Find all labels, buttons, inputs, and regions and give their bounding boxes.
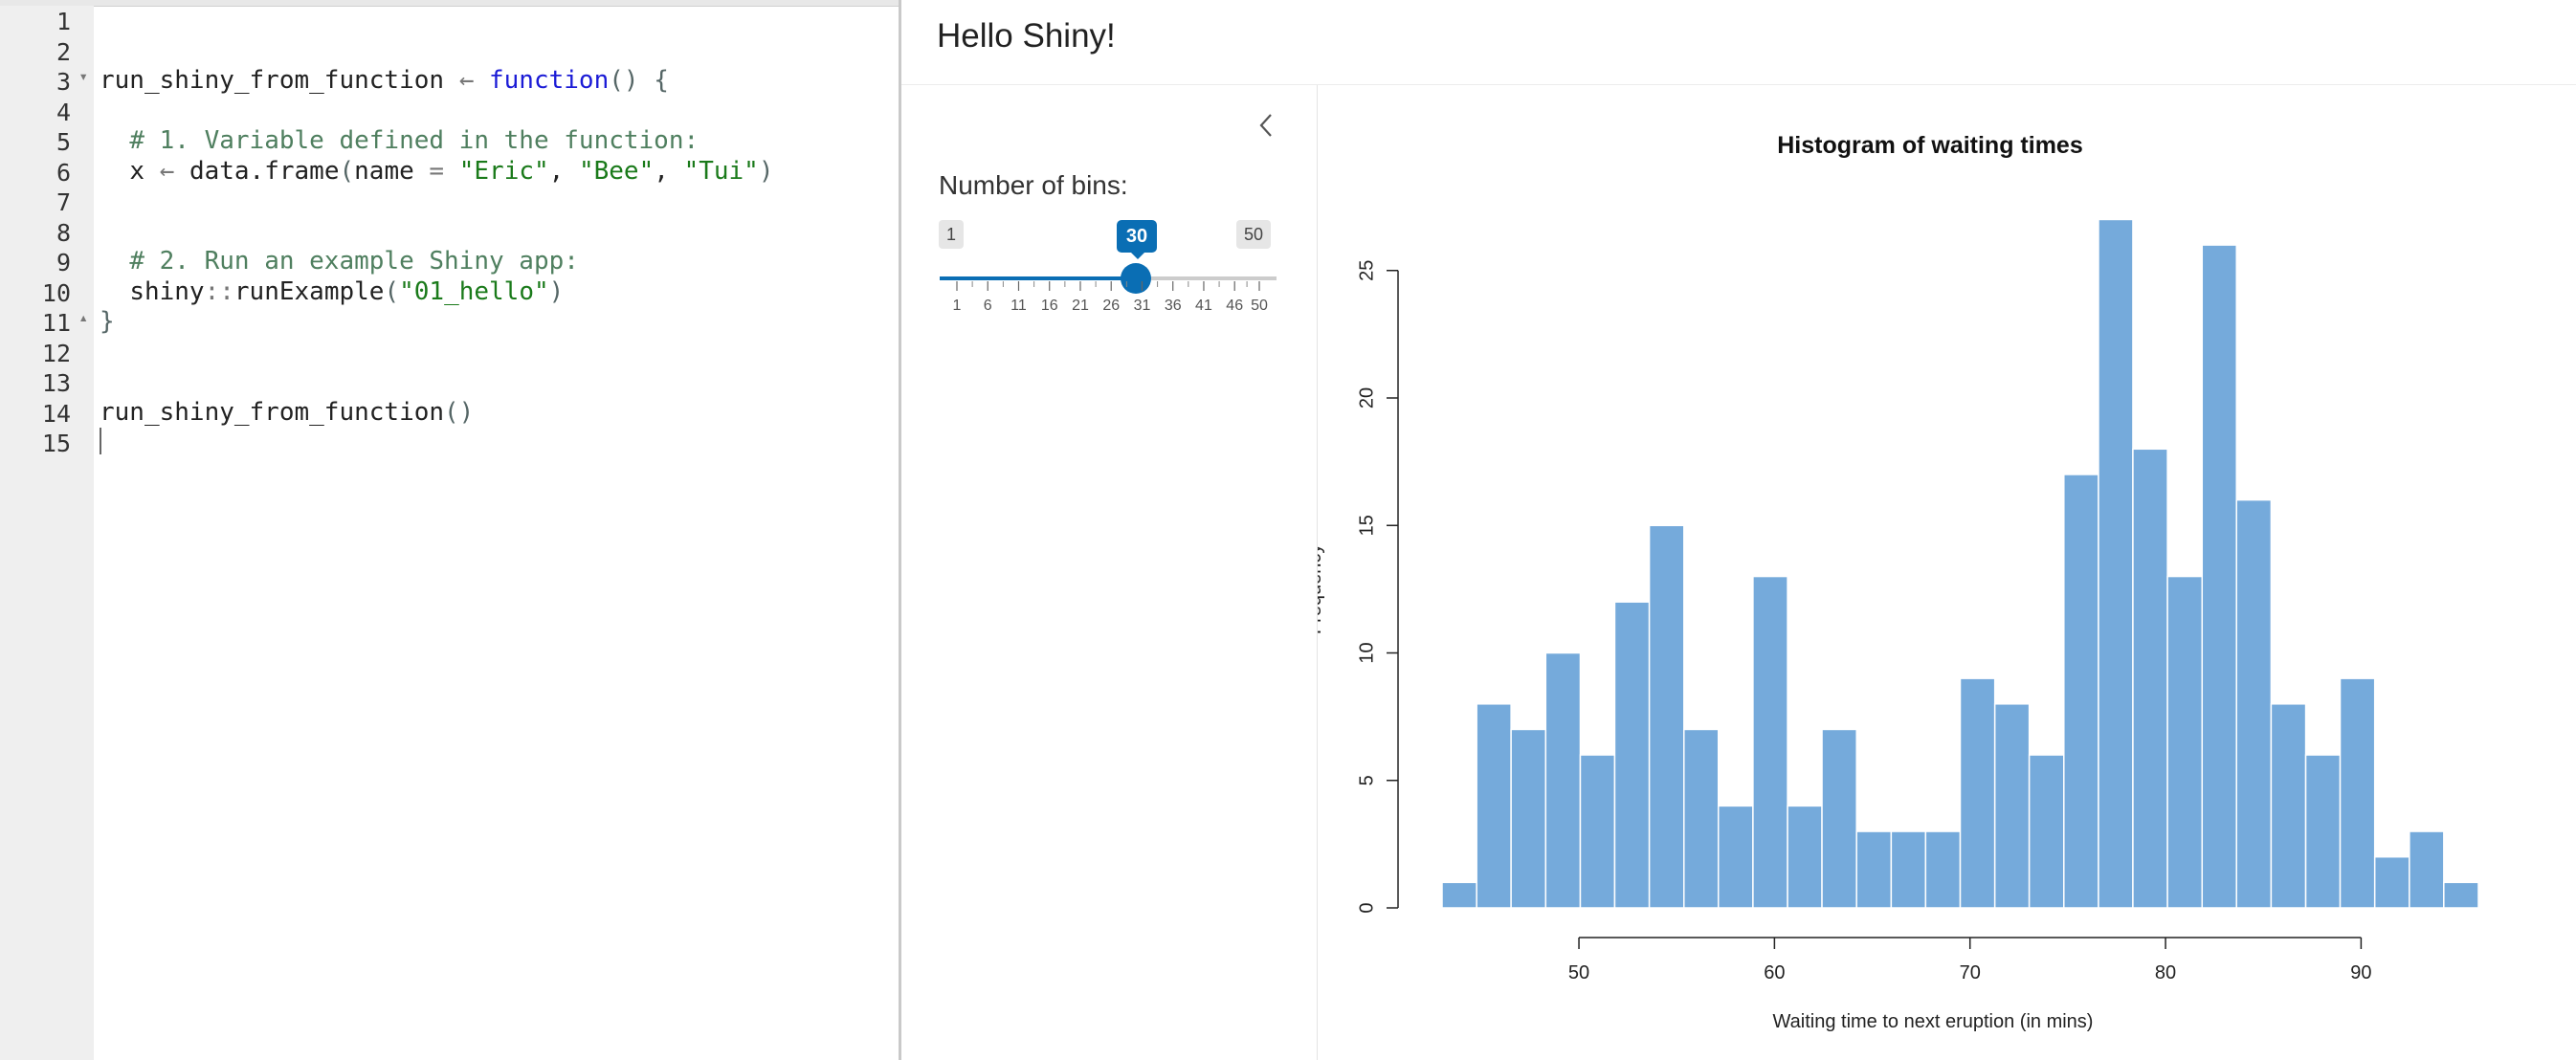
histogram-bar	[2166, 575, 2204, 909]
line-number: 7	[56, 188, 71, 216]
slider-tick-label: 1	[953, 298, 962, 314]
slider-fill	[940, 276, 1137, 280]
y-tick-label: 25	[1356, 260, 1377, 281]
line-number: 6	[56, 158, 71, 187]
line-number: 14	[41, 399, 71, 428]
histogram-bar	[1752, 575, 1788, 909]
slider-min-label: 1	[939, 220, 965, 249]
y-tick-label: 15	[1356, 515, 1377, 536]
line-number: 13	[41, 369, 71, 397]
code-line-9[interactable]: # 2. Run an example Shiny app:	[100, 247, 579, 277]
histogram-bar	[1855, 830, 1893, 909]
slider-tick-label: 26	[1102, 298, 1120, 314]
histogram-bar	[2339, 677, 2376, 909]
histogram-plot: Histogram of waiting times 0 5 10 15 20 25 Freq…	[1318, 132, 2479, 1032]
line-number: 2	[56, 37, 71, 66]
x-tick-label: 90	[2350, 962, 2371, 983]
y-axis-title: Frequency	[1318, 544, 1325, 635]
bins-slider-label: Number of bins:	[939, 170, 1128, 200]
histogram-bar	[2098, 218, 2134, 909]
app-header: Hello Shiny!	[901, 0, 2576, 85]
histogram-bar	[2132, 448, 2168, 909]
x-tick-label: 80	[2155, 962, 2176, 983]
line-number: 10	[41, 278, 71, 307]
code-line-14[interactable]: run_shiny_from_function()	[100, 398, 474, 429]
fold-arrow-down-icon[interactable]: ▾	[78, 67, 88, 85]
x-tick-label: 70	[1960, 962, 1981, 983]
slider-max-label: 50	[1236, 220, 1272, 249]
histogram-bar	[1613, 601, 1651, 909]
histogram-bar	[2443, 881, 2479, 909]
histogram-bar	[2063, 474, 2099, 909]
histogram-bar	[1924, 830, 1962, 909]
code-editor[interactable]: 1 2 3 ▾ 4 5 6 7 8 9 10 11 ▴ 12 13 14 15 ru…	[0, 0, 899, 1060]
y-tick-label: 5	[1356, 775, 1377, 785]
histogram-bar	[1648, 524, 1685, 909]
code-line-5[interactable]: # 1. Variable defined in the function:	[100, 126, 699, 157]
histogram-bar	[1579, 754, 1616, 909]
slider-tick-label: 36	[1165, 298, 1182, 314]
slider-value-pointer	[1131, 253, 1144, 259]
y-tick-label: 10	[1356, 642, 1377, 663]
slider-ticks: 1 6 11 16 21 26 31 36 41 46 50	[953, 281, 1268, 314]
histogram-bar	[1993, 703, 2031, 909]
line-number: 12	[41, 339, 71, 367]
x-tick-label: 60	[1764, 962, 1785, 983]
line-number-gutter: 1 2 3 ▾ 4 5 6 7 8 9 10 11 ▴ 12 13 14 15	[0, 6, 94, 1060]
editor-toolbar	[0, 0, 899, 7]
histogram-bar	[1959, 677, 1996, 909]
histogram-bar	[1683, 728, 1720, 909]
histogram-bar	[1544, 651, 1582, 909]
text-cursor	[100, 428, 101, 454]
histogram-bar	[2409, 830, 2445, 909]
histogram-bar	[1717, 805, 1754, 909]
line-number: 1	[56, 8, 71, 35]
page-title: Hello Shiny!	[937, 17, 1116, 55]
slider-tick-label: 50	[1251, 298, 1268, 314]
code-line-6[interactable]: x ← data.frame(name = "Eric", "Bee", "Tu…	[100, 157, 773, 188]
line-number: 11 ▴	[41, 308, 88, 337]
histogram-bar	[2373, 855, 2410, 909]
code-line-3[interactable]: run_shiny_from_function ← function() {	[100, 66, 669, 97]
histogram-bar	[1510, 728, 1547, 909]
chart-title: Histogram of waiting times	[1777, 132, 2082, 159]
histogram-bar	[2270, 703, 2307, 909]
slider-tick-label: 11	[1010, 298, 1027, 314]
histogram-bar	[1821, 728, 1857, 909]
x-axis-title: Waiting time to next eruption (in mins)	[1773, 1011, 2094, 1032]
histogram-bar	[1890, 830, 1927, 909]
line-number: 3 ▾	[56, 67, 88, 96]
line-number: 8	[56, 218, 71, 247]
line-number: 15	[41, 430, 71, 457]
chevron-left-icon	[1259, 114, 1272, 137]
histogram-bar	[1787, 805, 1823, 909]
bins-slider[interactable]	[940, 263, 1277, 294]
y-tick-label: 0	[1356, 902, 1377, 913]
histogram-bar	[1476, 703, 1512, 909]
slider-tick-label: 6	[984, 298, 992, 314]
slider-tick-label: 21	[1072, 298, 1089, 314]
line-number: 9	[56, 249, 71, 276]
x-tick-label: 50	[1568, 962, 1589, 983]
line-number: 5	[56, 128, 71, 156]
collapse-sidebar-button[interactable]	[1250, 108, 1282, 143]
code-line-10[interactable]: shiny::runExample("01_hello")	[100, 277, 564, 308]
main-panel: Histogram of waiting times 0 5 10 15 20 25 Freq…	[1318, 85, 2576, 1060]
histogram-bar	[1441, 881, 1477, 909]
slider-tick-label: 41	[1195, 298, 1212, 314]
y-tick-label: 20	[1356, 387, 1377, 409]
sidebar-panel: Number of bins: 1 50 30 1 6 11 16 21 26 31 36 41…	[901, 85, 1318, 1060]
slider-tick-label: 16	[1041, 298, 1058, 314]
histogram-bar	[2201, 244, 2237, 909]
line-number: 4	[56, 98, 71, 126]
code-line-11[interactable]: }	[100, 307, 115, 338]
histogram-bar	[2304, 754, 2342, 909]
shiny-app-viewer: Hello Shiny! Number of bins: 1 50 30 161…	[901, 0, 2576, 1060]
slider-value-label: 30	[1117, 220, 1157, 253]
histogram-bar	[2028, 754, 2065, 909]
slider-tick-label: 31	[1134, 298, 1151, 314]
fold-arrow-up-icon[interactable]: ▴	[78, 308, 88, 326]
slider-tick-label: 46	[1226, 298, 1243, 314]
histogram-bar	[2235, 498, 2273, 909]
